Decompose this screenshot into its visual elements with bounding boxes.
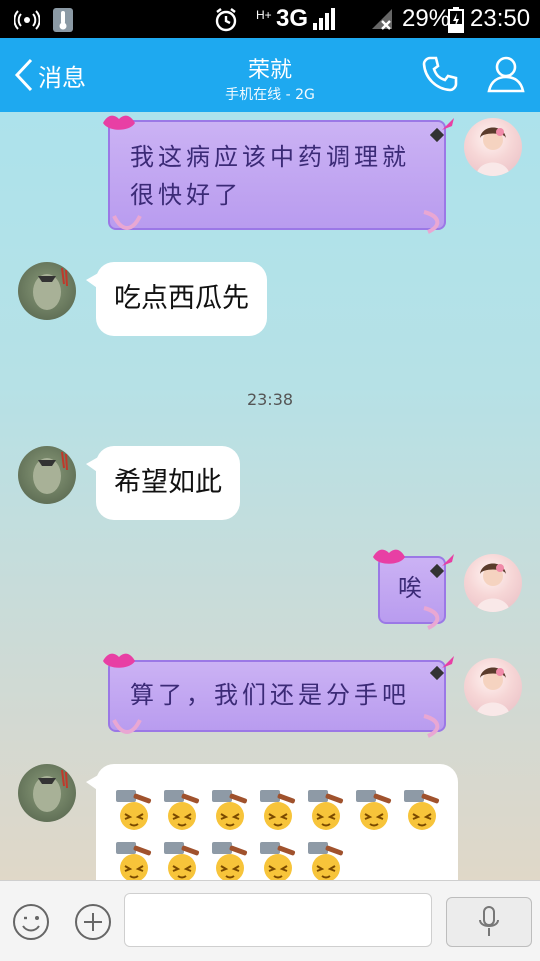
chat-header: 消息 荣就 手机在线 - 2G bbox=[0, 38, 540, 112]
person-icon bbox=[487, 56, 525, 93]
message-bubble-theirs[interactable]: 吃点西瓜先 bbox=[86, 262, 267, 336]
hammer-emoji-icon bbox=[206, 784, 254, 832]
hplus-indicator: H+ bbox=[256, 8, 272, 22]
hotspot-icon bbox=[13, 7, 41, 38]
profile-button[interactable] bbox=[486, 54, 530, 98]
hammer-emoji-icon bbox=[254, 784, 302, 832]
more-button[interactable] bbox=[74, 903, 112, 945]
message-text: 唉 bbox=[398, 574, 422, 602]
message-bubble-mine[interactable]: 我这病应该中药调理就 很快好了 bbox=[108, 120, 446, 230]
message-bubble-theirs[interactable] bbox=[86, 764, 458, 880]
hammer-emoji-icon bbox=[206, 836, 254, 880]
voice-button[interactable] bbox=[446, 897, 532, 947]
call-button[interactable] bbox=[420, 54, 464, 98]
thermometer-icon bbox=[52, 7, 74, 38]
clock: 23:50 bbox=[470, 5, 531, 32]
hammer-emoji-icon bbox=[350, 784, 398, 832]
phone-icon bbox=[422, 56, 458, 92]
hammer-emoji-icon bbox=[254, 836, 302, 880]
ribbon-decoration-icon bbox=[423, 606, 440, 630]
my-avatar[interactable] bbox=[464, 118, 522, 176]
contact-avatar[interactable] bbox=[18, 262, 76, 320]
smiley-icon bbox=[13, 904, 49, 940]
timestamp: 23:38 bbox=[246, 390, 294, 409]
my-avatar[interactable] bbox=[464, 658, 522, 716]
my-avatar[interactable] bbox=[464, 554, 522, 612]
lips-decoration-icon bbox=[103, 653, 135, 668]
hammer-emoji-icon bbox=[110, 836, 158, 880]
message-list[interactable]: 我这病应该中药调理就 很快好了 吃点西瓜先 23:38 希望如此 唉 算了，我们… bbox=[0, 112, 540, 880]
battery-percent: 29% bbox=[402, 5, 451, 32]
hammer-emoji-icon bbox=[158, 784, 206, 832]
lips-decoration-icon bbox=[103, 115, 135, 130]
message-text: 我这病应该中药调理就 很快好了 bbox=[130, 143, 410, 209]
hammer-emoji-icon bbox=[110, 784, 158, 832]
emoji-button[interactable] bbox=[12, 903, 50, 945]
message-input[interactable] bbox=[124, 893, 432, 947]
microphone-icon bbox=[479, 906, 499, 936]
lipstick-decoration-icon bbox=[430, 656, 454, 680]
ribbon-decoration-icon bbox=[112, 215, 142, 230]
lips-decoration-icon bbox=[373, 549, 405, 564]
message-bubble-theirs[interactable]: 希望如此 bbox=[86, 446, 240, 520]
contact-avatar[interactable] bbox=[18, 764, 76, 822]
contact-avatar[interactable] bbox=[18, 446, 76, 504]
input-bar bbox=[0, 880, 540, 961]
lipstick-decoration-icon bbox=[430, 118, 454, 142]
status-bar: H+ 3G 29% 23:50 bbox=[0, 0, 540, 38]
hammer-emoji-icon bbox=[398, 784, 446, 832]
hammer-emoji-icon bbox=[302, 836, 350, 880]
emoji-grid bbox=[110, 784, 450, 880]
battery-charging-icon bbox=[448, 7, 464, 38]
message-bubble-mine[interactable]: 算了，我们还是分手吧 bbox=[108, 660, 446, 732]
ribbon-decoration-icon bbox=[423, 210, 440, 234]
no-signal-icon bbox=[370, 7, 394, 36]
lipstick-decoration-icon bbox=[430, 554, 454, 578]
hammer-emoji-icon bbox=[302, 784, 350, 832]
message-text: 算了，我们还是分手吧 bbox=[130, 681, 410, 709]
hammer-emoji-icon bbox=[158, 836, 206, 880]
network-type: 3G bbox=[276, 5, 309, 32]
ribbon-decoration-icon bbox=[423, 714, 440, 738]
plus-icon bbox=[75, 904, 111, 940]
ribbon-decoration-icon bbox=[112, 719, 142, 734]
alarm-icon bbox=[213, 7, 239, 38]
signal-icon bbox=[312, 7, 336, 36]
